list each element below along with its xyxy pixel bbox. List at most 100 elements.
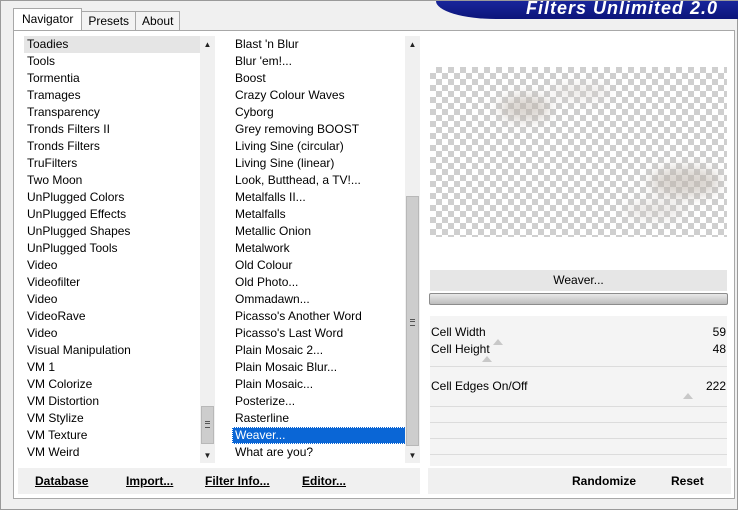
reset-button[interactable]: Reset [671,474,704,488]
tab-presets[interactable]: Presets [81,11,137,30]
category-item[interactable]: Tools [24,53,200,70]
app-banner-title: Filters Unlimited 2.0 [525,1,718,18]
param-label: Cell Height [431,342,490,356]
parameter-area: Cell Width 59 Cell Height 48 Cell Edges … [430,316,727,466]
database-button[interactable]: Database [35,474,88,488]
filter-item[interactable]: Metalfalls [232,206,408,223]
grip-icon [410,319,415,326]
category-item[interactable]: UnPlugged Shapes [24,223,200,240]
preview-shading [550,85,610,99]
category-item[interactable]: UnPlugged Tools [24,240,200,257]
list-buttons-bar: Database Import... Filter Info... Editor… [18,468,420,494]
category-item[interactable]: Two Moon [24,172,200,189]
category-scroll-thumb[interactable] [201,406,214,444]
tab-bar: Navigator Presets About [13,8,181,30]
filter-item[interactable]: Living Sine (circular) [232,138,408,155]
filter-item[interactable]: Blur 'em!... [232,53,408,70]
filter-list[interactable]: Blast 'n Blur Blur 'em!... Boost Crazy C… [232,36,408,463]
import-button[interactable]: Import... [126,474,173,488]
scroll-down-arrow-icon[interactable]: ▼ [405,449,420,463]
category-item[interactable]: Video [24,291,200,308]
filter-scroll-thumb[interactable] [406,196,419,446]
category-item[interactable]: Tramages [24,87,200,104]
category-item[interactable]: TruFilters [24,155,200,172]
scroll-down-arrow-icon[interactable]: ▼ [200,449,215,463]
filter-item[interactable]: What are you? [232,444,408,461]
filter-scrollbar[interactable]: ▲ ▼ [405,36,420,463]
category-item[interactable]: UnPlugged Effects [24,206,200,223]
slider-marker-icon[interactable] [482,356,492,362]
progress-bar [429,293,728,305]
filter-item[interactable]: Plain Mosaic 2... [232,342,408,359]
category-item[interactable]: Tronds Filters II [24,121,200,138]
filter-info-button[interactable]: Filter Info... [205,474,270,488]
current-filter-name: Weaver... [430,270,727,291]
param-value: 222 [705,379,726,393]
filters-unlimited-window: Filters Unlimited 2.0 Navigator Presets … [0,0,738,510]
category-item[interactable]: Video [24,325,200,342]
filter-item[interactable]: Picasso's Last Word [232,325,408,342]
tab-navigator[interactable]: Navigator [13,8,83,30]
category-item[interactable]: VM Distortion [24,393,200,410]
randomize-button[interactable]: Randomize [572,474,636,488]
category-list[interactable]: Toadies Tools Tormentia Tramages Transpa… [24,36,200,463]
category-item[interactable]: VM Colorize [24,376,200,393]
param-cell-edges[interactable]: Cell Edges On/Off 222 [430,378,727,399]
slider-marker-icon[interactable] [683,393,693,399]
filter-item[interactable]: Crazy Colour Waves [232,87,408,104]
preview-shading [650,167,720,197]
param-value: 59 [712,325,726,339]
editor-button[interactable]: Editor... [302,474,346,488]
category-item[interactable]: UnPlugged Colors [24,189,200,206]
filter-preview [430,67,727,237]
divider [430,406,727,407]
category-scrollbar[interactable]: ▲ ▼ [200,36,215,463]
filter-item[interactable]: Living Sine (linear) [232,155,408,172]
preview-shading [500,95,550,121]
category-item[interactable]: Toadies [24,36,200,53]
filter-item[interactable]: Cyborg [232,104,408,121]
category-item[interactable]: VideoRave [24,308,200,325]
navigator-panel: Toadies Tools Tormentia Tramages Transpa… [13,30,735,499]
filter-item[interactable]: Rasterline [232,410,408,427]
filter-item[interactable]: Metalwork [232,240,408,257]
param-cell-width[interactable]: Cell Width 59 [430,324,727,345]
filter-item[interactable]: Boost [232,70,408,87]
filter-item[interactable]: Blast 'n Blur [232,36,408,53]
filter-item[interactable]: Plain Mosaic Blur... [232,359,408,376]
category-item[interactable]: VM 1 [24,359,200,376]
app-banner: Filters Unlimited 2.0 [436,1,738,19]
scroll-up-arrow-icon[interactable]: ▲ [200,38,215,52]
filter-item[interactable]: Old Colour [232,257,408,274]
tab-about[interactable]: About [135,11,181,30]
param-label: Cell Width [431,325,486,339]
filter-item[interactable]: Weaver... [232,427,408,444]
filter-item[interactable]: Posterize... [232,393,408,410]
filter-item[interactable]: Look, Butthead, a TV!... [232,172,408,189]
preview-shading [625,202,685,218]
category-item[interactable]: Visual Manipulation [24,342,200,359]
filter-item[interactable]: Ommadawn... [232,291,408,308]
divider [430,454,727,455]
filter-item[interactable]: Metallic Onion [232,223,408,240]
preview-buttons-bar: Randomize Reset [428,468,731,494]
category-item[interactable]: VM Texture [24,427,200,444]
category-item[interactable]: Tormentia [24,70,200,87]
scroll-up-arrow-icon[interactable]: ▲ [405,38,420,52]
grip-icon [205,421,210,428]
category-item[interactable]: Videofilter [24,274,200,291]
param-label: Cell Edges On/Off [431,379,528,393]
filter-item[interactable]: Metalfalls II... [232,189,408,206]
divider [430,366,727,367]
filter-item[interactable]: Plain Mosaic... [232,376,408,393]
param-cell-height[interactable]: Cell Height 48 [430,341,727,362]
category-item[interactable]: Transparency [24,104,200,121]
filter-item[interactable]: Old Photo... [232,274,408,291]
category-item[interactable]: VM Weird [24,444,200,461]
filter-item[interactable]: Picasso's Another Word [232,308,408,325]
category-item[interactable]: VM Stylize [24,410,200,427]
divider [430,438,727,439]
filter-item[interactable]: Grey removing BOOST [232,121,408,138]
category-item[interactable]: Tronds Filters [24,138,200,155]
category-item[interactable]: Video [24,257,200,274]
